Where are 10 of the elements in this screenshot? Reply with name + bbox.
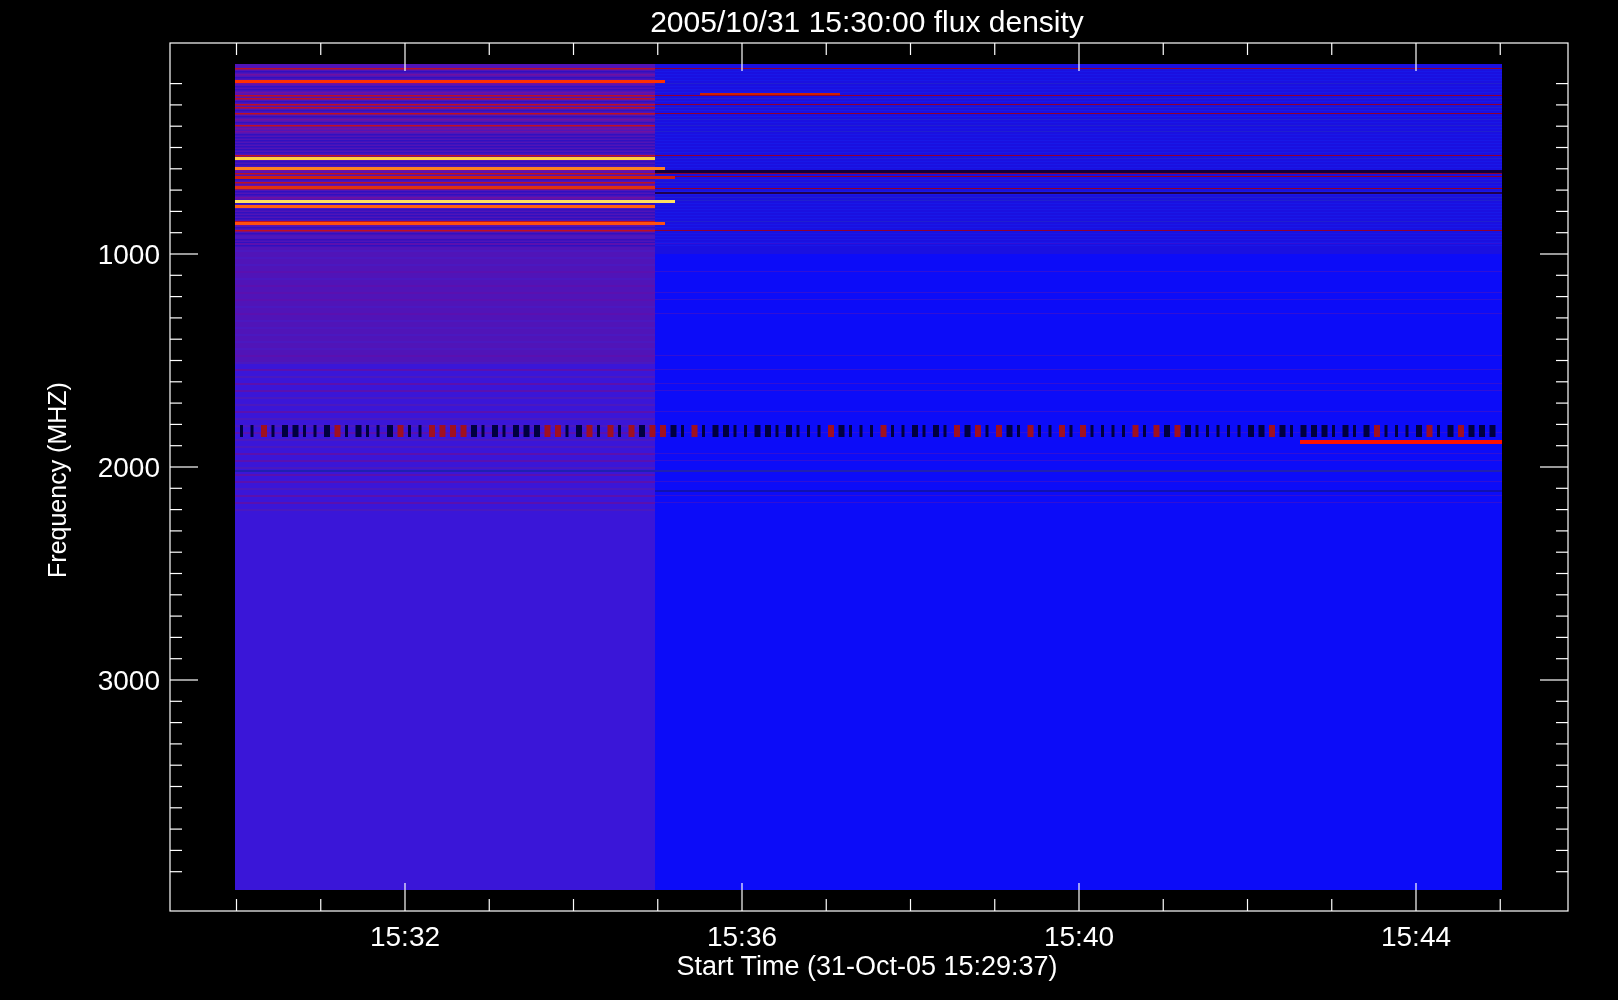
x-tick-label: 15:32 xyxy=(369,921,441,952)
y-axis-label: Frequency (MHZ) xyxy=(43,382,71,578)
y-tick-label: 3000 xyxy=(97,665,160,696)
y-tick-label: 1000 xyxy=(97,239,160,270)
x-tick-label: 15:44 xyxy=(1380,921,1452,952)
x-tick-label: 15:40 xyxy=(1043,921,1115,952)
y-tick-label: 2000 xyxy=(97,452,160,483)
x-tick-label: 15:36 xyxy=(706,921,778,952)
plot-title: 2005/10/31 15:30:00 flux density xyxy=(650,5,1084,38)
x-axis-label: Start Time (31-Oct-05 15:29:37) xyxy=(676,951,1058,981)
